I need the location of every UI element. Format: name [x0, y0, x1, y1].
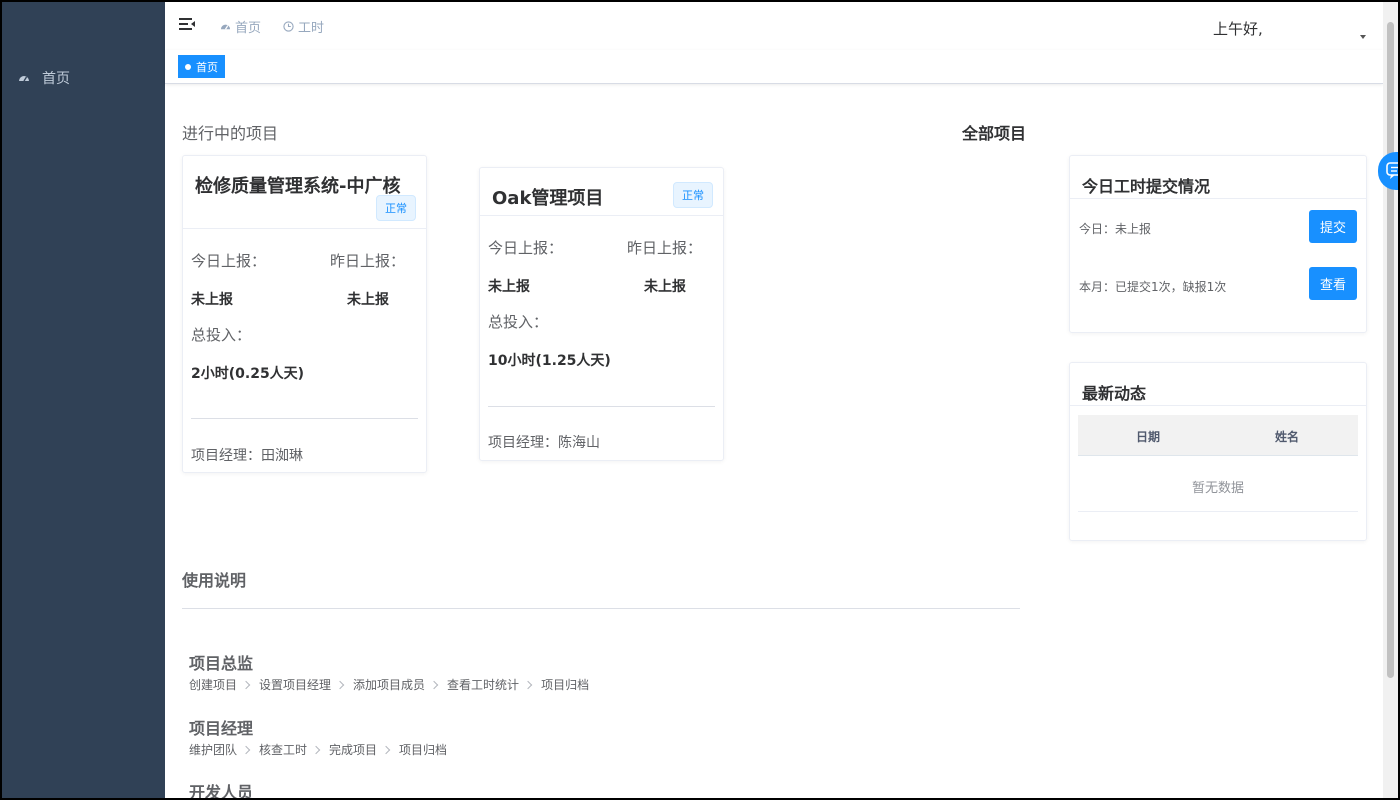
table-divider — [1078, 511, 1358, 512]
sidebar: 首页 — [2, 2, 165, 798]
step-label: 设置项目经理 — [259, 678, 332, 692]
card-divider — [488, 406, 715, 407]
section-title: 进行中的项目 — [182, 124, 279, 143]
step-label: 完成项目 — [329, 743, 378, 757]
step-label: 查看工时统计 — [447, 678, 520, 692]
chevron-right-icon — [335, 680, 345, 689]
status-badge: 正常 — [673, 182, 713, 208]
today-report-label: 今日上报： — [191, 252, 267, 270]
column-header-date: 日期 — [1136, 430, 1161, 444]
chevron-right-icon — [311, 745, 321, 754]
scrollbar[interactable] — [1383, 2, 1398, 798]
usage-divider — [182, 608, 1020, 609]
project-card[interactable]: 检修质量管理系统-中广核 正常 今日上报： 昨日上报： 未上报 未上报 总投入：… — [182, 155, 427, 473]
card-header: 检修质量管理系统-中广核 正常 — [183, 156, 426, 229]
project-title: 检修质量管理系统-中广核 — [195, 176, 401, 197]
today-status-text: 今日：未上报 — [1079, 222, 1152, 236]
dot-icon — [185, 63, 191, 70]
total-input-label: 总投入： — [488, 313, 549, 331]
role-steps: 创建项目 设置项目经理 添加项目成员 查看工时统计 项目归档 — [189, 676, 589, 693]
navbar: 首页 工时 上午好, — [165, 2, 1383, 50]
yesterday-report-value: 未上报 — [347, 292, 389, 308]
today-report-value: 未上报 — [191, 292, 233, 308]
month-status-text: 本月：已提交1次，缺报1次 — [1079, 280, 1227, 294]
chevron-right-icon — [429, 680, 439, 689]
step-label: 创建项目 — [189, 678, 238, 692]
yesterday-report-label: 昨日上报： — [627, 239, 703, 257]
sidebar-item-label: 首页 — [42, 71, 70, 87]
activity-card: 最新动态 日期 姓名 暂无数据 — [1069, 362, 1367, 541]
activity-title: 最新动态 — [1082, 384, 1147, 403]
total-input-value: 2小时(0.25人天) — [191, 366, 305, 382]
status-badge: 正常 — [376, 195, 416, 221]
card-header: Oak管理项目 正常 — [480, 168, 723, 216]
role-title: 项目总监 — [189, 654, 254, 673]
view-button[interactable]: 查看 — [1309, 267, 1357, 300]
today-report-value: 未上报 — [488, 279, 530, 295]
project-manager: 项目经理：陈海山 — [488, 435, 600, 451]
worklog-card: 今日工时提交情况 今日：未上报 提交 本月：已提交1次，缺报1次 查看 — [1069, 155, 1367, 333]
hamburger-icon[interactable] — [179, 16, 195, 32]
step-label: 核查工时 — [259, 743, 308, 757]
nav-link-label: 首页 — [235, 21, 262, 36]
nav-link-label: 工时 — [298, 21, 325, 36]
card-divider — [191, 418, 418, 419]
project-card[interactable]: Oak管理项目 正常 今日上报： 昨日上报： 未上报 未上报 总投入： 10小时… — [479, 167, 724, 461]
column-header-name: 姓名 — [1275, 430, 1300, 444]
total-input-value: 10小时(1.25人天) — [488, 353, 611, 369]
tag-home[interactable]: 首页 — [178, 55, 225, 78]
step-label: 项目归档 — [541, 678, 590, 692]
yesterday-report-value: 未上报 — [644, 279, 686, 295]
role-title: 项目经理 — [189, 719, 254, 738]
empty-text: 暂无数据 — [1191, 481, 1244, 496]
card-divider — [1070, 405, 1366, 406]
all-projects-link[interactable]: 全部项目 — [962, 120, 1026, 144]
yesterday-report-label: 昨日上报： — [330, 252, 406, 270]
sidebar-item-home[interactable]: 首页 — [2, 60, 165, 96]
total-input-label: 总投入： — [191, 326, 252, 344]
chevron-right-icon — [523, 680, 533, 689]
usage-title: 使用说明 — [182, 571, 247, 590]
step-label: 添加项目成员 — [353, 678, 426, 692]
scrollbar-thumb[interactable] — [1387, 22, 1394, 678]
tag-label: 首页 — [196, 60, 218, 74]
table-header: 日期 姓名 — [1078, 415, 1358, 456]
worklog-title: 今日工时提交情况 — [1082, 177, 1211, 196]
dashboard-icon — [18, 72, 30, 84]
chat-icon[interactable] — [1378, 152, 1398, 190]
step-label: 维护团队 — [189, 743, 238, 757]
tags-view: 首页 — [165, 50, 1383, 84]
step-label: 项目归档 — [399, 743, 448, 757]
role-title: 开发人员 — [189, 783, 254, 798]
dashboard-icon — [220, 21, 231, 32]
clock-icon — [283, 21, 294, 32]
card-divider — [1070, 198, 1366, 199]
nav-link-home[interactable]: 首页 — [220, 17, 261, 36]
chevron-right-icon — [241, 745, 251, 754]
project-manager: 项目经理：田洳琳 — [191, 448, 303, 464]
today-report-label: 今日上报： — [488, 239, 564, 257]
nav-link-worktime[interactable]: 工时 — [283, 17, 324, 36]
chevron-right-icon — [381, 745, 391, 754]
caret-down-icon[interactable] — [1360, 35, 1366, 39]
app-window: 首页 首页 工时 上午好, 首页 进行中的项目 全部项目 检修质量管理系统-中广… — [2, 2, 1398, 798]
chevron-right-icon — [241, 680, 251, 689]
greeting-text: 上午好, — [1213, 20, 1263, 38]
project-title: Oak管理项目 — [492, 188, 604, 209]
role-steps: 维护团队 核查工时 完成项目 项目归档 — [189, 741, 447, 758]
submit-button[interactable]: 提交 — [1309, 210, 1357, 243]
